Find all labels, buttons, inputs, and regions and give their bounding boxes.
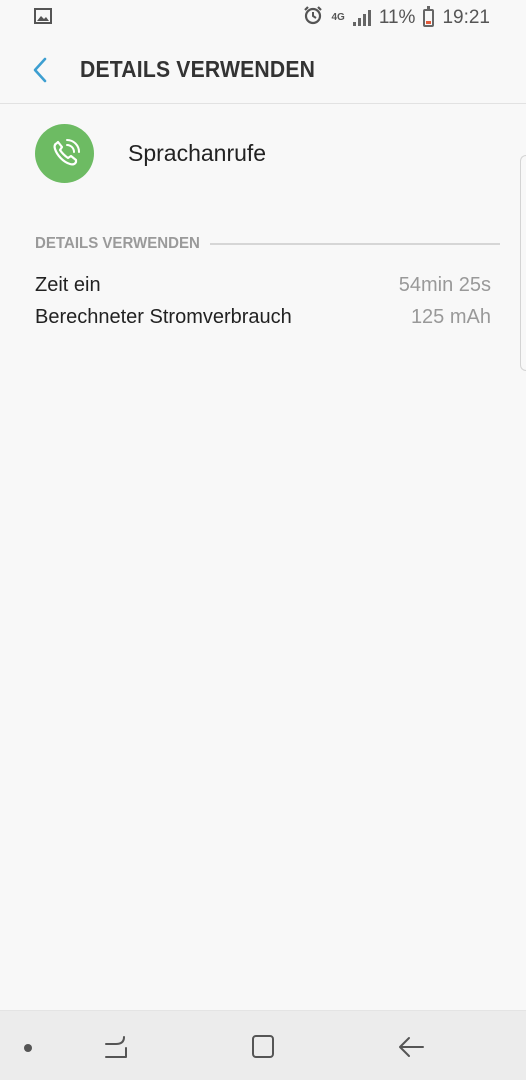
- detail-row-time-on: Zeit ein 54min 25s: [35, 274, 491, 297]
- screen: 4G 11% 19:21 DETAILS VERWENDEN Sprachanr…: [0, 0, 526, 1080]
- detail-row-power-usage: Berechneter Stromverbrauch 125 mAh: [35, 306, 491, 329]
- nav-dot[interactable]: [24, 1044, 32, 1052]
- battery-icon: [423, 6, 435, 27]
- page-title: DETAILS VERWENDEN: [80, 56, 316, 82]
- recents-button[interactable]: [94, 1029, 138, 1065]
- app-name: Sprachanrufe: [128, 140, 267, 166]
- chevron-left-icon: [33, 57, 47, 82]
- section-title: DETAILS VERWENDEN: [35, 235, 200, 252]
- detail-label: Berechneter Stromverbrauch: [35, 306, 292, 328]
- navigation-bar: [0, 1010, 526, 1080]
- alarm-icon: [303, 5, 323, 31]
- detail-label: Zeit ein: [35, 274, 101, 296]
- network-type: 4G: [331, 12, 345, 23]
- battery-percent: 11%: [378, 7, 416, 28]
- home-button[interactable]: [241, 1029, 285, 1065]
- status-bar: 4G 11% 19:21: [0, 0, 526, 36]
- section-header: DETAILS VERWENDEN: [35, 233, 500, 255]
- recents-icon: [105, 1036, 127, 1058]
- image-icon: [34, 7, 52, 29]
- phone-call-icon: [35, 124, 94, 183]
- nav-back-button[interactable]: [389, 1029, 433, 1065]
- clock: 19:21: [442, 7, 490, 28]
- app-bar: DETAILS VERWENDEN: [0, 36, 526, 104]
- edge-panel-handle[interactable]: [520, 155, 526, 371]
- back-icon: [399, 1037, 424, 1057]
- detail-value: 54min 25s: [398, 274, 491, 296]
- app-header: Sprachanrufe: [35, 124, 266, 183]
- signal-icon: [352, 10, 371, 26]
- home-icon: [252, 1035, 274, 1058]
- detail-value: 125 mAh: [410, 306, 491, 328]
- divider: [210, 243, 500, 245]
- back-button[interactable]: [0, 36, 80, 104]
